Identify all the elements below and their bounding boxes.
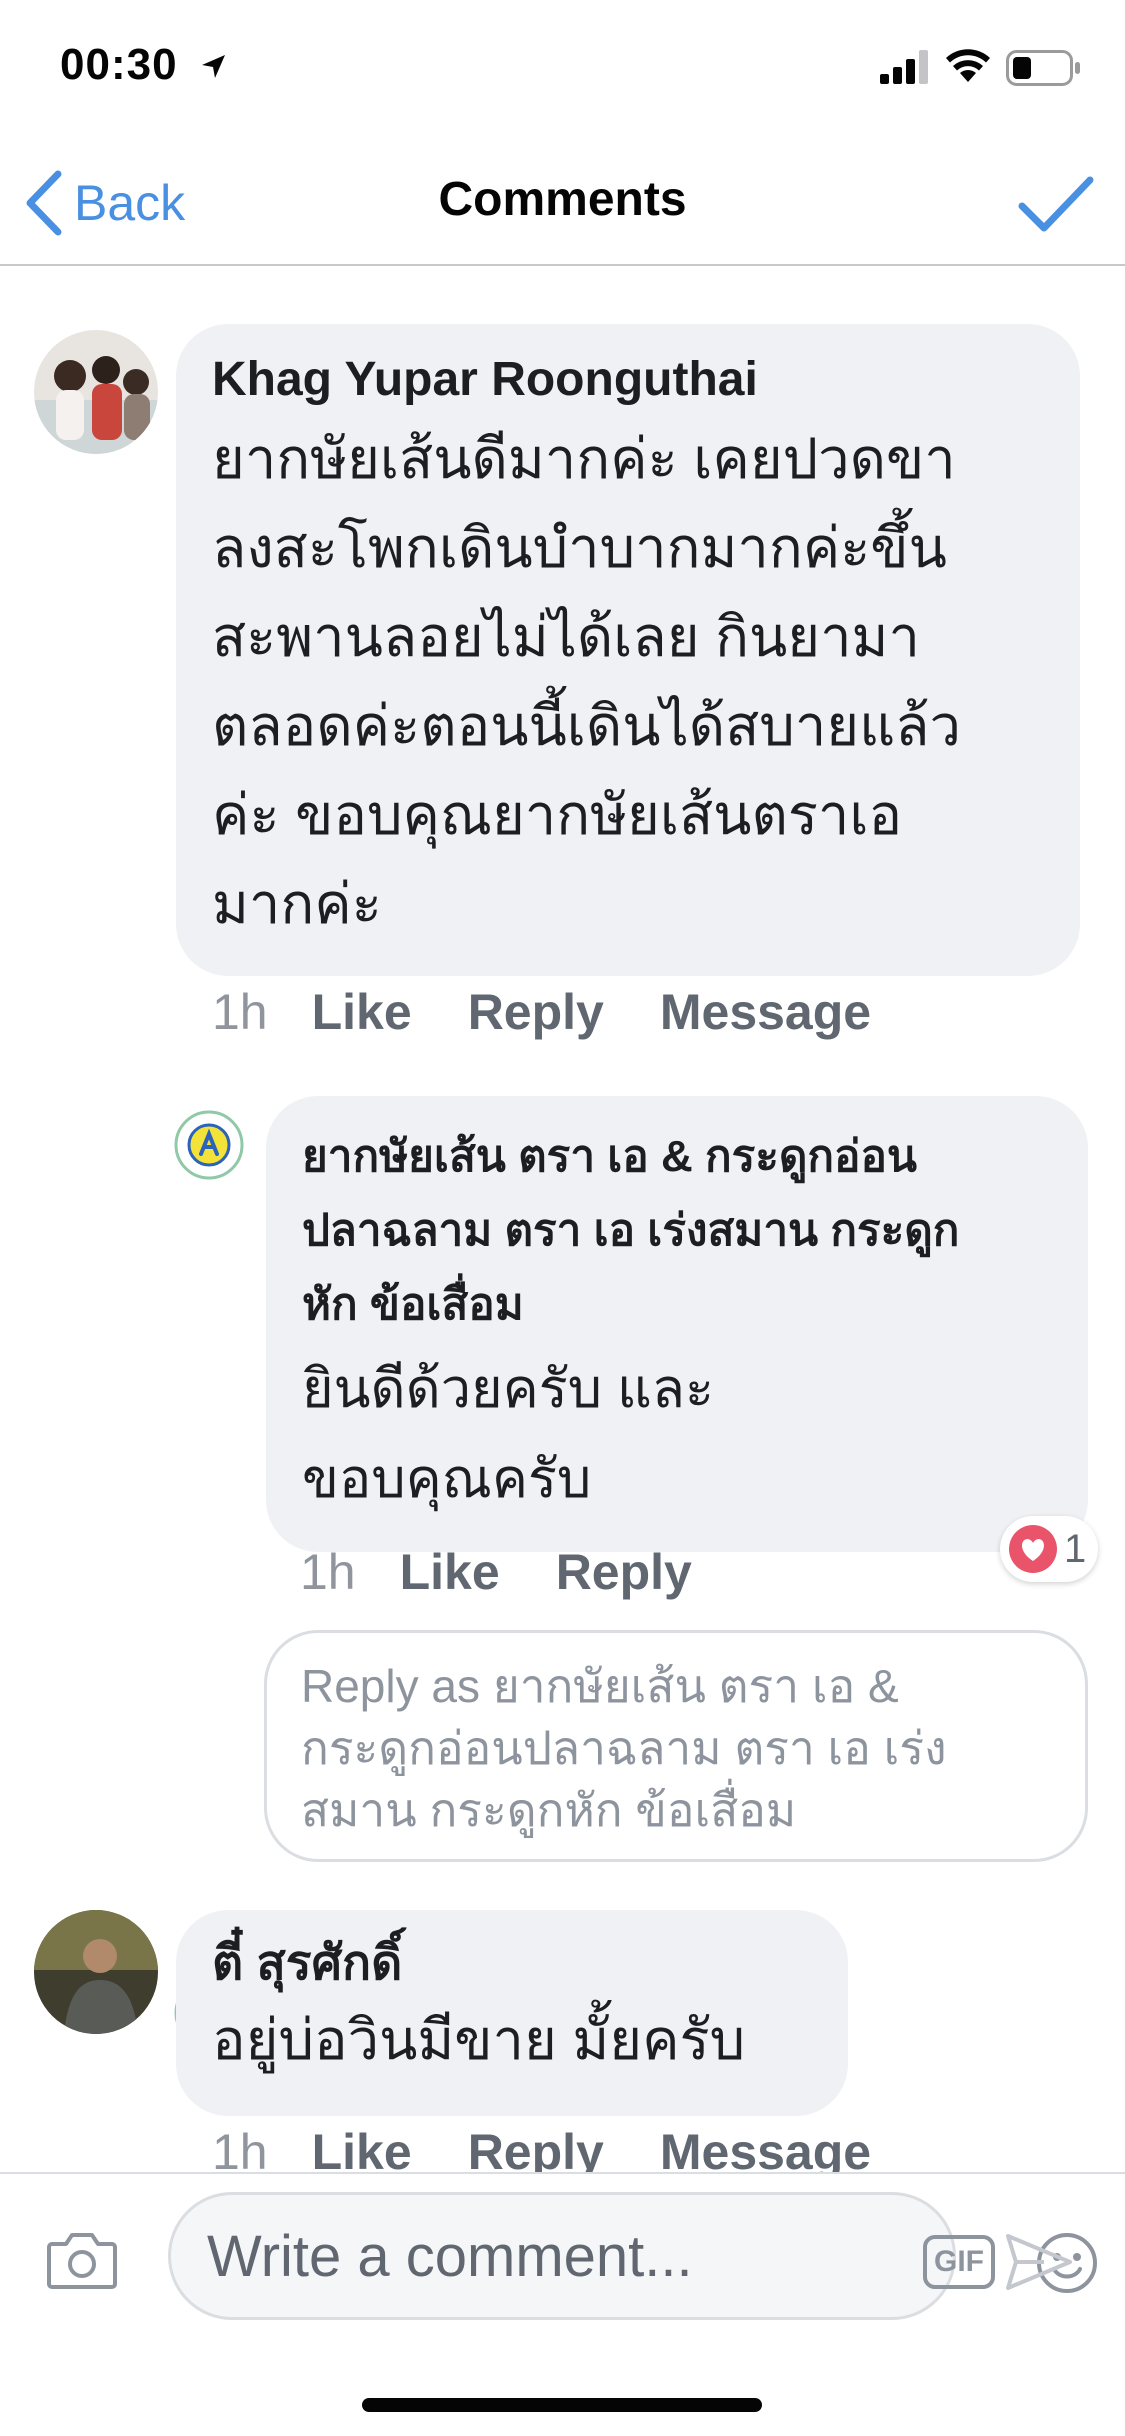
reply-as-line: สมาน กระดูกหัก ข้อเสื่อม (301, 1784, 797, 1836)
battery-icon (1006, 50, 1080, 86)
reply-bubble[interactable]: ยากษัยเส้น ตรา เอ & กระดูกอ่อน ปลาฉลาม ต… (266, 1096, 1088, 1552)
reply-author-line: ยากษัยเส้น ตรา เอ & กระดูกอ่อน (302, 1132, 917, 1181)
comment-actions: 1h Like Reply Message (212, 2122, 927, 2172)
camera-icon[interactable] (46, 2230, 118, 2290)
comment-input[interactable]: Write a comment... GIF (168, 2192, 1097, 2320)
reply-as-line: กระดูกอ่อนปลาฉลาม ตรา เอ เร่ง (301, 1722, 947, 1774)
status-time: 00:30 (60, 40, 178, 89)
navigation-bar: Back Comments (0, 140, 1125, 266)
reply-as-line: Reply as ยากษัยเส้น ตรา เอ & (301, 1660, 899, 1712)
comment-actions: 1h Like Reply Message (212, 982, 927, 1042)
comment-text-line: มากค่ะ (212, 872, 382, 935)
heart-reaction-icon (1009, 1525, 1057, 1573)
page-logo-icon (173, 1109, 245, 1181)
comment-author[interactable]: Khag Yupar Roonguthai (212, 346, 1044, 414)
comment-bubble[interactable]: ตี๋ สุรศักดิ์ อยู่บ่อวินมีขาย มั้ยครับ (176, 1910, 848, 2116)
reply-text: ยินดีด้วยครับ และ ขอบคุณครับ (302, 1344, 1052, 1524)
reply-timestamp: 1h (300, 1544, 356, 1600)
reply-text-line: ยินดีด้วยครับ และ (302, 1359, 714, 1419)
comment-text-line: ค่ะ ขอบคุณยากษัยเส้นตราเอ (212, 783, 903, 846)
comment-list[interactable]: Khag Yupar Roonguthai ยากษัยเส้นดีมากค่ะ… (0, 268, 1125, 2172)
comment-text-line: สะพานลอยไม่ได้เลย กินยามา (212, 605, 920, 668)
home-indicator[interactable] (362, 2398, 762, 2412)
reply-author[interactable]: ยากษัยเส้น ตรา เอ & กระดูกอ่อน ปลาฉลาม ต… (302, 1120, 1052, 1342)
reply-button[interactable]: Reply (468, 2123, 604, 2172)
commenter-avatar[interactable] (34, 1910, 158, 2034)
reply-text-line: ขอบคุณครับ (302, 1449, 592, 1509)
back-label: Back (74, 175, 186, 231)
wifi-icon (946, 49, 990, 82)
comment-text-line: อยู่บ่อวินมีขาย มั้ยครับ (212, 2008, 746, 2071)
checkmark-icon[interactable] (1016, 170, 1096, 240)
comment-text-line: ยากษัยเส้นดีมากค่ะ เคยปวดขา (212, 427, 956, 490)
reaction-count: 1 (1064, 1526, 1087, 1571)
reaction-badge[interactable]: 1 (1000, 1516, 1099, 1582)
cellular-signal-icon (880, 50, 928, 84)
message-button[interactable]: Message (660, 2123, 871, 2172)
like-button[interactable]: Like (400, 1543, 500, 1601)
like-button[interactable]: Like (312, 983, 412, 1041)
location-arrow-icon (202, 55, 225, 78)
reply-button[interactable]: Reply (468, 983, 604, 1041)
message-button[interactable]: Message (660, 983, 871, 1041)
reply-as-input[interactable]: Reply as ยากษัยเส้น ตรา เอ & กระดูกอ่อนป… (264, 1630, 1088, 1862)
page-avatar[interactable] (172, 1108, 246, 1182)
comment-text: ยากษัยเส้นดีมากค่ะ เคยปวดขา ลงสะโพกเดินบ… (212, 414, 1044, 948)
comment-placeholder: Write a comment... (207, 2223, 693, 2289)
comment-timestamp: 1h (212, 2124, 268, 2172)
reply-actions: 1h Like Reply (300, 1542, 748, 1602)
back-button[interactable]: Back (24, 168, 185, 238)
comment-text-line: ตลอดค่ะตอนนี้เดินได้สบายแล้ว (212, 694, 961, 757)
comment-composer: Write a comment... GIF (0, 2172, 1125, 2342)
commenter-avatar[interactable] (34, 330, 158, 454)
avatar-photo (34, 330, 158, 454)
comment-text-line: ลงสะโพกเดินบำบากมากค่ะขึ้น (212, 516, 947, 579)
reply-author-line: ปลาฉลาม ตรา เอ เร่งสมาน กระดูก (302, 1206, 960, 1255)
gif-icon[interactable]: GIF (923, 2235, 995, 2289)
avatar-photo (34, 1910, 158, 2034)
send-icon[interactable] (1004, 2232, 1074, 2292)
reply-author-line: หัก ข้อเสื่อม (302, 1280, 524, 1329)
comment-bubble[interactable]: Khag Yupar Roonguthai ยากษัยเส้นดีมากค่ะ… (176, 324, 1080, 976)
reply-button[interactable]: Reply (556, 1543, 692, 1601)
comment-text: อยู่บ่อวินมีขาย มั้ยครับ (212, 1998, 812, 2082)
status-bar: 00:30 (0, 0, 1125, 140)
comment-author[interactable]: ตี๋ สุรศักดิ์ (212, 1930, 812, 1998)
comment-timestamp: 1h (212, 984, 268, 1040)
like-button[interactable]: Like (312, 2123, 412, 2172)
chevron-left-icon (26, 170, 62, 236)
